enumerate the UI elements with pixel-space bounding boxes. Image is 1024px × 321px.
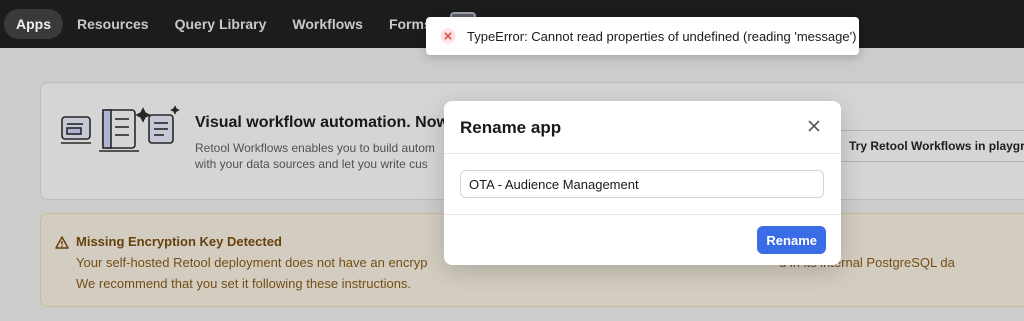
toast-message: TypeError: Cannot read properties of und… [467,28,857,44]
error-circle-icon [440,28,456,44]
modal-body [444,154,841,215]
nav-item-apps[interactable]: Apps [4,9,63,39]
nav-item-query-library[interactable]: Query Library [163,9,279,39]
close-icon[interactable] [805,117,823,135]
nav-item-workflows[interactable]: Workflows [280,9,375,39]
rename-button[interactable]: Rename [757,226,826,254]
modal-header: Rename app [444,101,841,154]
nav-item-resources[interactable]: Resources [65,9,161,39]
error-toast: TypeError: Cannot read properties of und… [426,17,859,55]
rename-app-modal: Rename app Rename [444,101,841,265]
app-name-input[interactable] [460,170,824,198]
modal-title: Rename app [460,118,562,137]
